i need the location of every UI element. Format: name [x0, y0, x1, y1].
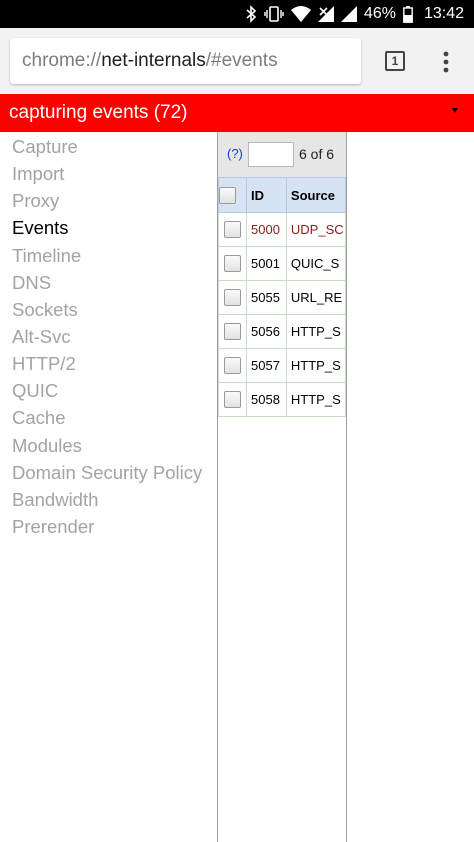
nav-item-domain-security-policy[interactable]: Domain Security Policy [12, 459, 202, 486]
dropdown-arrow-icon[interactable] [452, 108, 458, 113]
event-id: 5001 [246, 246, 287, 281]
row-checkbox[interactable] [224, 221, 242, 239]
nav-item-bandwidth[interactable]: Bandwidth [12, 486, 98, 513]
event-id: 5058 [246, 382, 287, 417]
tab-switcher-button[interactable]: 1 [385, 51, 405, 71]
event-count: 6 of 6 [299, 146, 335, 162]
clock: 13:42 [423, 5, 464, 22]
event-id: 5056 [246, 314, 287, 349]
row-check-cell [218, 280, 248, 315]
table-row[interactable]: 5055 URL_RE [218, 280, 346, 315]
row-checkbox[interactable] [224, 357, 242, 375]
nav-item-proxy[interactable]: Proxy [12, 187, 59, 214]
battery-percent: 46% [363, 5, 396, 22]
filter-input[interactable] [248, 142, 294, 167]
nav-item-http2[interactable]: HTTP/2 [12, 350, 76, 377]
cell-signal-no-data-icon [317, 6, 334, 22]
url-bar[interactable]: chrome://net-internals/#events [10, 38, 361, 84]
bluetooth-icon [245, 5, 257, 23]
filter-bar: (?) 6 of 6 [218, 132, 346, 177]
panel-divider[interactable] [346, 132, 347, 842]
event-id: 5057 [246, 348, 287, 383]
event-source: UDP_SC [285, 212, 346, 247]
nav-item-modules[interactable]: Modules [12, 432, 82, 459]
battery-icon [403, 5, 413, 23]
select-all-cell [218, 177, 248, 213]
browser-toolbar: chrome://net-internals/#events 1 [0, 28, 474, 94]
events-panel: (?) 6 of 6 ID Source 5000 UDP_SC 5001 QU… [218, 132, 346, 842]
vibrate-icon [264, 5, 284, 23]
filter-help-link[interactable]: (?) [227, 146, 243, 161]
overflow-menu-icon[interactable] [436, 50, 456, 74]
table-header-row: ID Source [218, 177, 346, 213]
status-icons: 46% 13:42 [245, 0, 464, 28]
event-source: URL_RE [285, 280, 346, 315]
column-header-source[interactable]: Source [285, 177, 346, 213]
event-source: QUIC_S [285, 246, 346, 281]
wifi-icon [290, 6, 311, 22]
table-row[interactable]: 5000 UDP_SC [218, 212, 346, 247]
capture-status-text: capturing events (72) [9, 102, 188, 123]
cell-signal-icon [340, 6, 357, 22]
nav-item-prerender[interactable]: Prerender [12, 513, 94, 540]
table-row[interactable]: 5001 QUIC_S [218, 246, 346, 281]
column-header-id[interactable]: ID [246, 177, 287, 213]
row-check-cell [218, 212, 248, 247]
events-table: ID Source 5000 UDP_SC 5001 QUIC_S 5055 U… [218, 177, 346, 417]
table-row[interactable]: 5056 HTTP_S [218, 314, 346, 349]
table-row[interactable]: 5058 HTTP_S [218, 382, 346, 417]
event-id: 5000 [246, 212, 287, 247]
event-source: HTTP_S [285, 348, 346, 383]
url-path: /#events [205, 50, 278, 71]
nav-item-import[interactable]: Import [12, 160, 64, 187]
nav-item-dns[interactable]: DNS [12, 269, 51, 296]
nav-item-timeline[interactable]: Timeline [12, 242, 81, 269]
nav-item-events[interactable]: Events [12, 214, 69, 241]
event-id: 5055 [246, 280, 287, 315]
row-check-cell [218, 314, 248, 349]
nav-item-cache[interactable]: Cache [12, 404, 65, 431]
url-scheme: chrome:// [22, 50, 102, 71]
nav-item-alt-svc[interactable]: Alt-Svc [12, 323, 71, 350]
capture-status-banner: capturing events (72) [0, 94, 474, 132]
table-row[interactable]: 5057 HTTP_S [218, 348, 346, 383]
nav-item-sockets[interactable]: Sockets [12, 296, 78, 323]
nav-item-capture[interactable]: Capture [12, 133, 78, 160]
status-bar: 46% 13:42 [0, 0, 474, 28]
row-check-cell [218, 246, 248, 281]
url-host: net-internals [101, 50, 206, 71]
row-checkbox[interactable] [224, 255, 242, 273]
row-check-cell [218, 348, 248, 383]
tab-nav: Capture Import Proxy Events Timeline DNS… [0, 132, 217, 842]
event-source: HTTP_S [285, 314, 346, 349]
row-checkbox[interactable] [224, 289, 242, 307]
row-checkbox[interactable] [224, 391, 242, 409]
row-check-cell [218, 382, 248, 417]
nav-item-quic[interactable]: QUIC [12, 377, 58, 404]
row-checkbox[interactable] [224, 323, 242, 341]
event-source: HTTP_S [285, 382, 346, 417]
select-all-checkbox[interactable] [219, 186, 236, 204]
